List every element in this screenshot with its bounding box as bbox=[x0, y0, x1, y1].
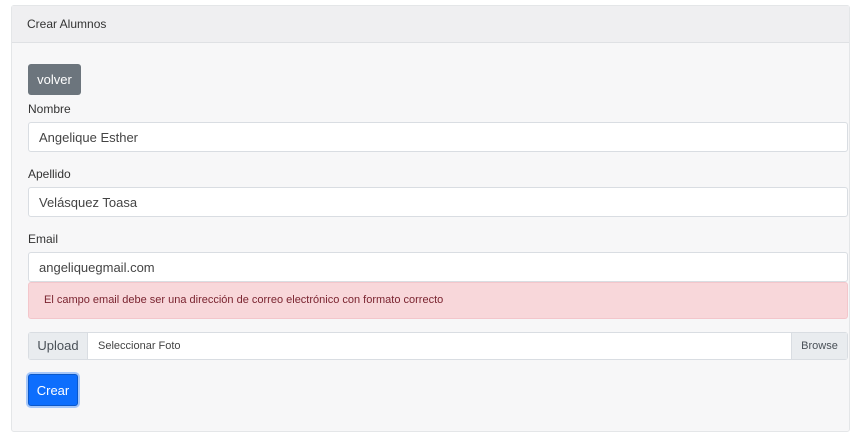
page-title: Crear Alumnos bbox=[27, 17, 107, 31]
back-button[interactable]: volver bbox=[28, 64, 81, 95]
photo-upload-field[interactable]: Upload Seleccionar Foto Browse bbox=[28, 332, 848, 360]
email-label: Email bbox=[28, 232, 59, 246]
upload-placeholder[interactable]: Seleccionar Foto bbox=[88, 333, 791, 359]
upload-label: Upload bbox=[29, 333, 88, 359]
email-error-alert: El campo email debe ser una dirección de… bbox=[28, 282, 848, 319]
create-button[interactable]: Crear bbox=[28, 374, 78, 406]
card-header: Crear Alumnos bbox=[12, 6, 849, 43]
email-input[interactable] bbox=[28, 252, 848, 282]
browse-button[interactable]: Browse bbox=[791, 333, 847, 359]
nombre-input[interactable] bbox=[28, 122, 848, 152]
create-student-card: Crear Alumnos volver Nombre Apellido Ema… bbox=[11, 5, 850, 432]
nombre-label: Nombre bbox=[28, 102, 71, 116]
apellido-label: Apellido bbox=[28, 167, 71, 181]
apellido-input[interactable] bbox=[28, 187, 848, 217]
